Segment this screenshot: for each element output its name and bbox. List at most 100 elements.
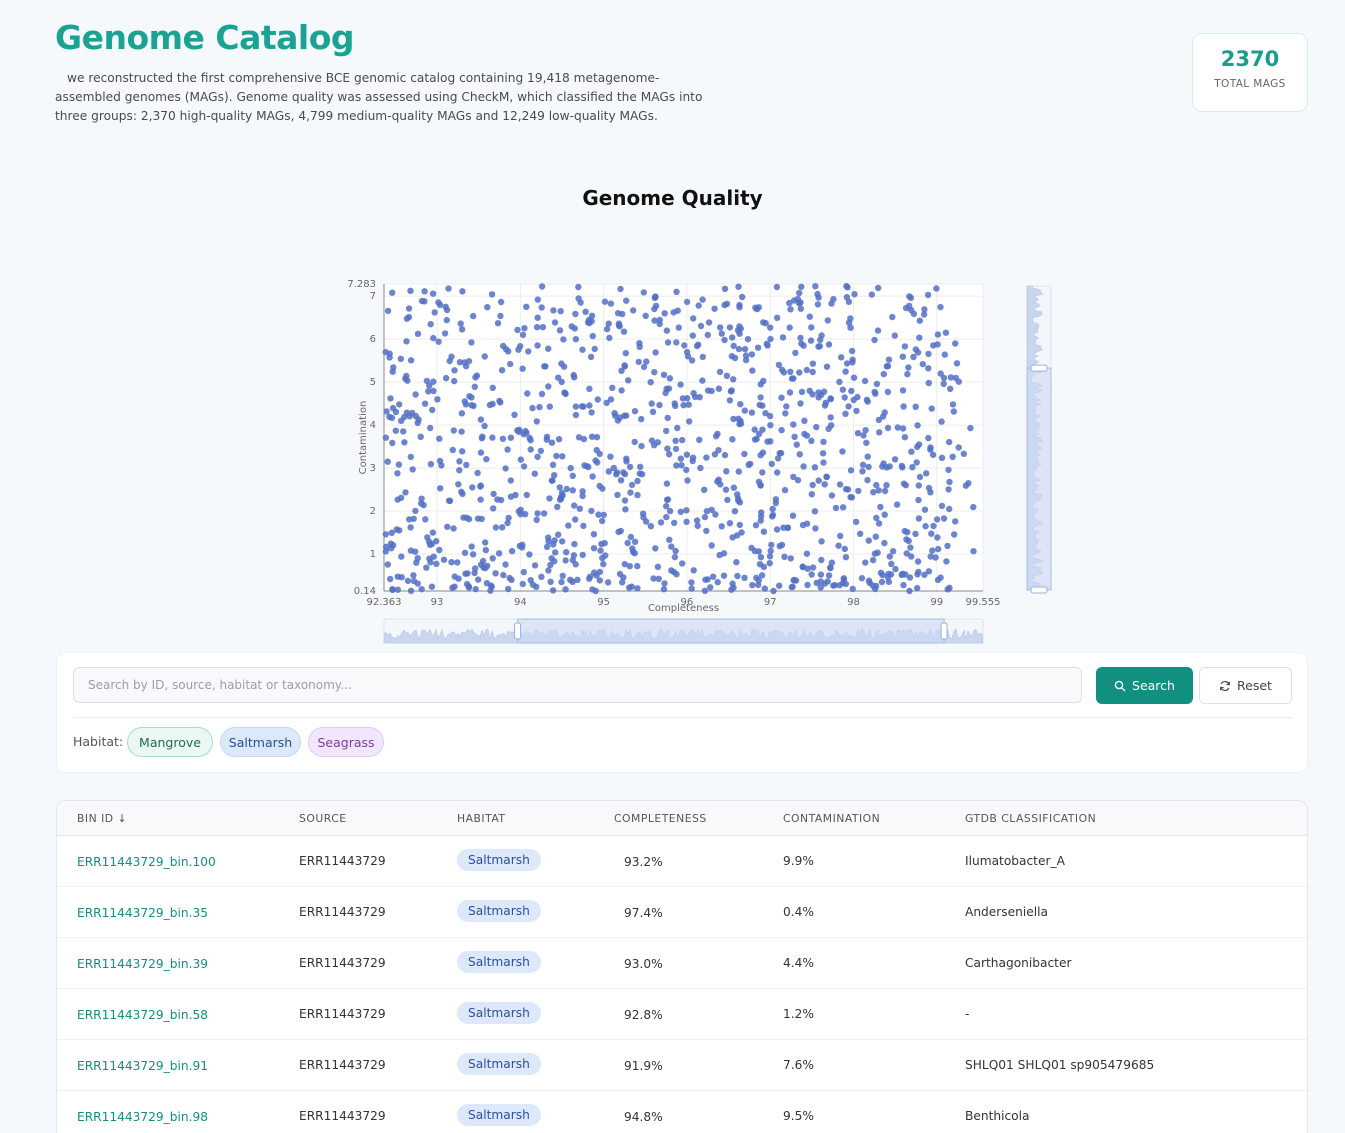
scatter-point [588,409,595,416]
scatter-point [907,544,914,551]
bin-id-link[interactable]: ERR11443729_bin.98 [77,1110,208,1124]
search-button[interactable]: Search [1096,667,1193,704]
scatter-point [723,300,731,307]
scatter-point [656,401,663,409]
scatter-point [430,387,437,395]
x-zoom-handle[interactable] [940,622,948,640]
scatter-point [820,459,827,466]
scatter-point [621,561,628,568]
scatter-point [505,348,512,355]
scatter-point [562,586,569,593]
scatter-point [717,324,724,331]
scatter-point [545,567,552,574]
scatter-point [389,368,396,375]
bin-id-link[interactable]: ERR11443729_bin.39 [77,957,208,971]
scatter-point [768,541,775,549]
x-zoom-handle[interactable] [514,622,522,640]
scatter-point [751,436,759,443]
habitat-chip-mangrove[interactable]: Mangrove [127,727,213,757]
scatter-point [382,434,390,441]
scatter-point [778,541,786,549]
scatter-point [720,550,728,557]
scatter-point [472,585,479,593]
scatter-point [585,463,592,471]
scatter-point [797,305,804,312]
scatter-point [403,315,411,322]
scatter-point [697,322,705,330]
scatter-point [477,449,485,456]
scatter-point [548,555,555,562]
bin-id-link[interactable]: ERR11443729_bin.100 [77,855,216,869]
y-tick-label: 7.283 [347,279,376,290]
scatter-point [489,434,496,441]
scatter-point [813,423,820,431]
y-zoom-handle[interactable] [1030,586,1048,594]
scatter-point [821,481,828,488]
scatter-point [875,520,883,527]
scatter-point [498,367,506,374]
scatter-point [757,517,764,524]
scatter-point [804,581,811,589]
habitat-chip-seagrass[interactable]: Seagrass [308,727,384,757]
scatter-point [565,522,572,529]
scatter-point [730,342,737,350]
scatter-point [666,507,674,515]
scatter-point [675,324,682,331]
column-header-source: SOURCE [299,812,347,825]
scatter-point [591,345,598,353]
scatter-point [445,285,452,292]
scatter-point [764,342,771,349]
scatter-point [636,470,643,477]
scatter-point [883,363,890,370]
y-tick-label: 2 [370,506,376,517]
scatter-point [631,438,638,446]
scatter-point [900,480,908,487]
scatter-point [941,351,948,358]
genome-quality-chart[interactable]: 92.363 93 94 95 96 97 98 99 99.5550.1412345677.2… [0,0,1345,650]
column-header-bin-id[interactable]: BIN ID ↓ [77,812,127,825]
scatter-point [864,476,871,484]
scatter-point [515,508,522,515]
scatter-point [394,470,401,477]
scatter-point [751,547,759,555]
scatter-point [840,575,847,582]
scatter-point [559,538,566,545]
x-tick-label: 94 [514,597,527,608]
scatter-point [946,438,953,446]
scatter-point [666,451,673,458]
scatter-point [540,510,548,517]
scatter-point [423,377,431,385]
habitat-chip-saltmarsh[interactable]: Saltmarsh [220,727,301,757]
scatter-point [427,424,434,432]
scatter-point [582,308,589,315]
y-zoom-window[interactable] [1026,367,1052,591]
scatter-point [684,395,691,402]
scatter-point [818,538,825,545]
scatter-point [666,536,673,543]
y-zoom-handle[interactable] [1030,364,1048,372]
search-input[interactable] [73,667,1082,703]
scatter-point [949,401,957,408]
scatter-point [809,391,816,398]
scatter-point [490,505,497,512]
scatter-point [853,407,860,415]
scatter-point [454,559,461,566]
scatter-point [894,424,901,431]
scatter-point [734,572,741,580]
scatter-point [803,550,811,557]
scatter-point [441,330,449,337]
scatter-point [471,383,478,390]
scatter-point [450,525,457,532]
scatter-point [538,573,545,580]
bin-id-link[interactable]: ERR11443729_bin.35 [77,906,208,920]
scatter-point [947,385,954,392]
scatter-point [571,325,578,332]
scatter-point [881,487,889,495]
bin-id-link[interactable]: ERR11443729_bin.91 [77,1059,208,1073]
scatter-point [864,453,871,460]
scatter-point [407,524,414,531]
x-zoom-window[interactable] [517,618,945,644]
bin-id-link[interactable]: ERR11443729_bin.58 [77,1008,208,1022]
scatter-point [880,370,887,378]
reset-button[interactable]: Reset [1199,667,1292,704]
